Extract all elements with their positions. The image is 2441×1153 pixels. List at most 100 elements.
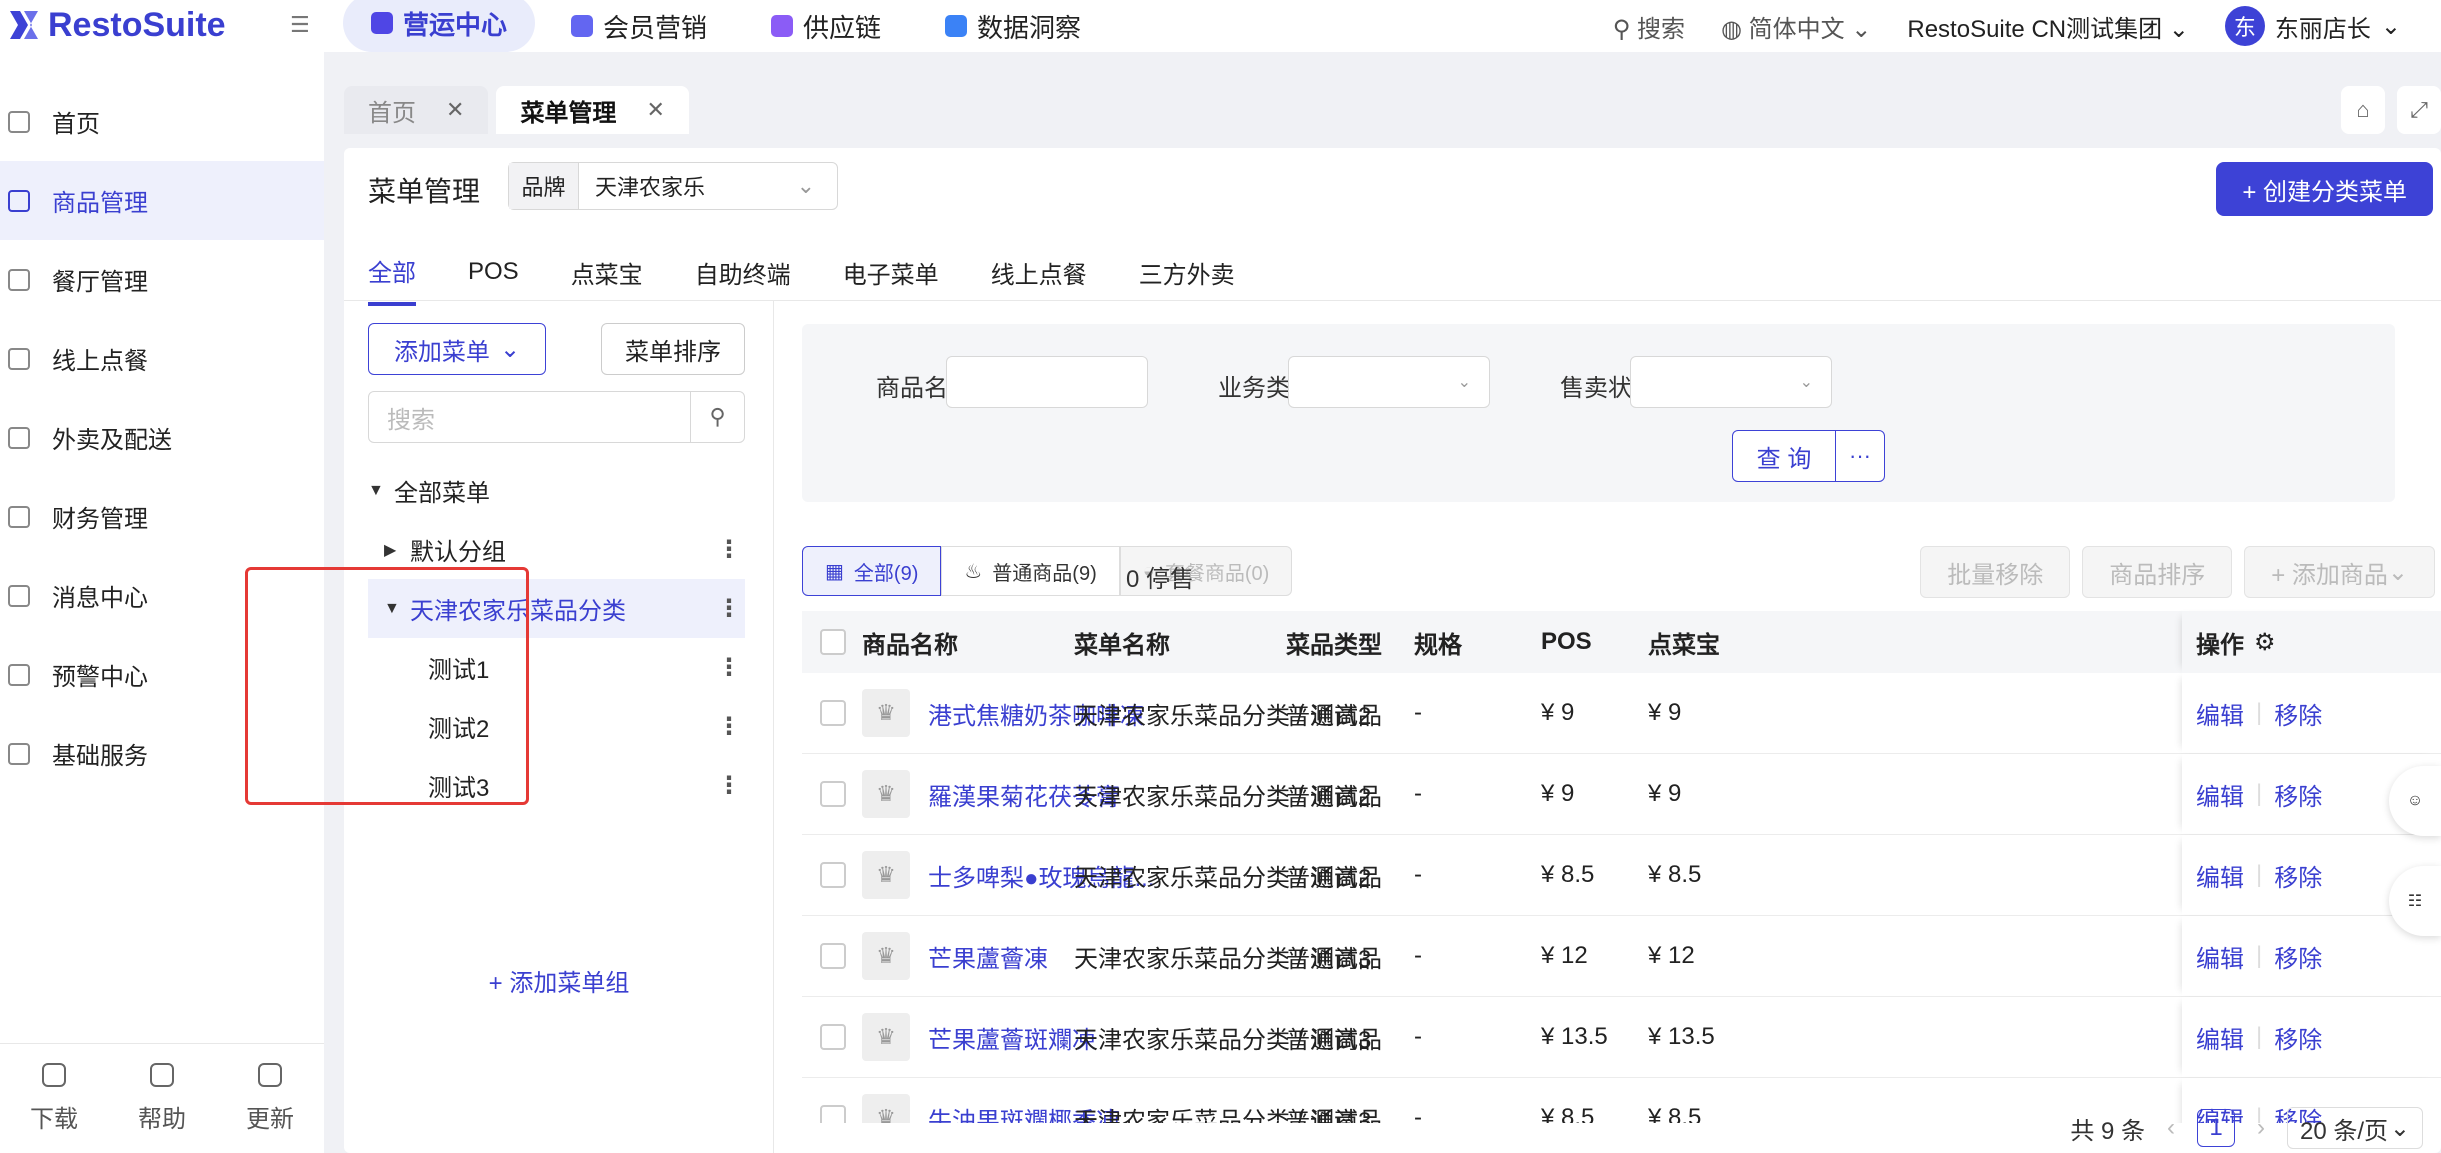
channel-tab-6[interactable]: 三方外卖 (1139, 238, 1235, 306)
remove-link[interactable]: 移除 (2274, 939, 2322, 974)
sidebar-footer-0[interactable]: 下载 (30, 1063, 78, 1134)
sidebar-item-3[interactable]: 线上点餐 (0, 319, 324, 398)
brand-select[interactable]: 品牌 天津农家乐 ⌄ (508, 162, 838, 210)
home-tool-icon[interactable]: ⌂ (2341, 86, 2385, 134)
query-button[interactable]: 查 询 (1732, 430, 1836, 482)
menu-search-input[interactable]: 搜索 (369, 392, 690, 442)
topnav-item-3[interactable]: 数据洞察 (917, 0, 1109, 55)
select-all-checkbox[interactable] (820, 629, 846, 655)
sidebar-item-2[interactable]: 餐厅管理 (0, 240, 324, 319)
top-bar: RestoSuite ☰ 营运中心 会员营销 供应链 数据洞察 ⚲ 搜索 ◍ 简体中文… (0, 0, 2441, 52)
sidebar-footer-1[interactable]: 帮助 (138, 1063, 186, 1134)
sidebar-item-0[interactable]: 首页 (0, 82, 324, 161)
topnav-item-0[interactable]: 营运中心 (343, 0, 536, 52)
table-action-2[interactable]: + 添加商品 ⌄ (2244, 546, 2435, 598)
product-type-tab-1[interactable]: ♨ 普通商品(9) (941, 546, 1120, 596)
topnav-item-2[interactable]: 供应链 (743, 0, 909, 55)
product-name-link[interactable]: 芒果蘆薈斑斕凍 (928, 1020, 1096, 1055)
channel-tab-4[interactable]: 电子菜单 (843, 238, 939, 306)
add-menu-group-link[interactable]: + 添加菜单组 (344, 963, 774, 998)
channel-tab-2[interactable]: 点菜宝 (571, 238, 643, 306)
search-icon[interactable]: ⚲ (690, 392, 744, 442)
remove-link[interactable]: 移除 (2274, 777, 2322, 812)
channel-tab-0[interactable]: 全部 (368, 238, 416, 306)
row-checkbox[interactable] (820, 862, 846, 888)
menu-icon (8, 505, 30, 528)
channel-tab-3[interactable]: 自助终端 (695, 238, 791, 306)
edit-link[interactable]: 编辑 (2196, 858, 2244, 893)
row-checkbox[interactable] (820, 781, 846, 807)
row-checkbox[interactable] (820, 700, 846, 726)
add-menu-button[interactable]: 添加菜单 ⌄ (368, 323, 546, 375)
table-body: ♛ 港式焦糖奶茶咖啡凍 天津农家乐菜品分类 / 测试2 普通商品 - ¥ 9 ¥ 9 编辑 | 移… (802, 673, 2441, 1123)
edit-link[interactable]: 编辑 (2196, 777, 2244, 812)
channel-tab-5[interactable]: 线上点餐 (991, 238, 1087, 306)
row-checkbox[interactable] (820, 1024, 846, 1050)
tree-node[interactable]: ▼ 全部菜单 (368, 461, 745, 520)
product-image-icon: ♛ (862, 689, 910, 737)
row-checkbox[interactable] (820, 1105, 846, 1123)
fullscreen-icon[interactable]: ⤢ (2397, 86, 2441, 134)
logo[interactable]: RestoSuite (6, 0, 226, 50)
more-vertical-icon[interactable]: ⋮ (717, 653, 741, 682)
pos-price: ¥ 9 (1541, 780, 1575, 807)
tree-node[interactable]: ▼ 天津农家乐菜品分类 ⋮ (368, 579, 745, 638)
remove-link[interactable]: 移除 (2274, 1020, 2322, 1055)
edit-link[interactable]: 编辑 (2196, 939, 2244, 974)
next-page-icon[interactable]: › (2257, 1114, 2265, 1142)
row-actions: 编辑 | 移除 (2182, 997, 2441, 1077)
tree-node[interactable]: 测试1 ⋮ (368, 638, 745, 697)
biz-type-select[interactable]: ⌄ (1288, 356, 1490, 408)
tree-node[interactable]: 测试2 ⋮ (368, 697, 745, 756)
tree-node[interactable]: ▶ 默认分组 ⋮ (368, 520, 745, 579)
page-size-select[interactable]: 20 条/页 ⌄ (2287, 1107, 2423, 1149)
more-vertical-icon[interactable]: ⋮ (717, 594, 741, 623)
sidebar-footer-2[interactable]: 更新 (246, 1063, 294, 1134)
remove-link[interactable]: 移除 (2274, 858, 2322, 893)
page-tab-1[interactable]: 菜单管理 ✕ (496, 86, 689, 134)
caret-right-icon[interactable]: ▶ (384, 540, 410, 560)
sidebar-item-7[interactable]: 预警中心 (0, 635, 324, 714)
product-name-input[interactable] (946, 356, 1148, 408)
page-tab-0[interactable]: 首页 ✕ (344, 86, 489, 134)
edit-link[interactable]: 编辑 (2196, 1020, 2244, 1055)
topnav-item-1[interactable]: 会员营销 (543, 0, 735, 55)
more-filter-button[interactable]: ··· (1835, 430, 1885, 482)
channel-tab-1[interactable]: POS (468, 238, 519, 306)
menu-icon (8, 426, 30, 449)
more-vertical-icon[interactable]: ⋮ (717, 535, 741, 564)
sidebar-item-4[interactable]: 外卖及配送 (0, 398, 324, 477)
collapse-menu-icon[interactable]: ☰ (290, 12, 310, 38)
create-category-menu-button[interactable]: + 创建分类菜单 (2216, 162, 2433, 216)
product-name-link[interactable]: 芒果蘆薈凍 (928, 939, 1048, 974)
prev-page-icon[interactable]: ‹ (2167, 1114, 2175, 1142)
user-menu[interactable]: 东东丽店长 ⌄ (2224, 6, 2401, 46)
product-type-tab-0[interactable]: ▦ 全部(9) (802, 546, 942, 596)
sidebar-item-8[interactable]: 基础服务 (0, 714, 324, 793)
sort-menu-button[interactable]: 菜单排序 (601, 323, 745, 375)
sidebar-item-5[interactable]: 财务管理 (0, 477, 324, 556)
grid-icon: ▦ (825, 560, 844, 583)
page-tabs: 首页 ✕ 菜单管理 ✕ (344, 86, 689, 134)
more-vertical-icon[interactable]: ⋮ (717, 771, 741, 800)
close-icon[interactable]: ✕ (446, 97, 464, 123)
page-number[interactable]: 1 (2197, 1109, 2235, 1147)
close-icon[interactable]: ✕ (646, 97, 664, 123)
sale-status-select[interactable]: ⌄ (1630, 356, 1832, 408)
row-checkbox[interactable] (820, 943, 846, 969)
remove-link[interactable]: 移除 (2274, 696, 2322, 731)
caret-down-icon[interactable]: ▼ (384, 600, 410, 618)
table-action-0[interactable]: 批量移除 (1920, 546, 2071, 598)
table-action-1[interactable]: 商品排序 (2082, 546, 2233, 598)
sidebar-item-1[interactable]: 商品管理 (0, 161, 324, 240)
table-row: ♛ 芒果蘆薈斑斕凍 天津农家乐菜品分类 / 测试3 普通商品 - ¥ 13.5 ¥ 13.5… (802, 997, 2441, 1078)
global-search[interactable]: ⚲ 搜索 (1613, 9, 1685, 44)
settings-gear-icon[interactable]: ⚙ (2254, 628, 2276, 657)
sidebar-item-6[interactable]: 消息中心 (0, 556, 324, 635)
org-select[interactable]: RestoSuite CN测试集团 ⌄ (1907, 9, 2189, 44)
edit-link[interactable]: 编辑 (2196, 696, 2244, 731)
tree-node[interactable]: 测试3 ⋮ (368, 756, 745, 815)
more-vertical-icon[interactable]: ⋮ (717, 712, 741, 741)
caret-down-icon[interactable]: ▼ (368, 482, 394, 500)
language-select[interactable]: ◍ 简体中文 ⌄ (1721, 9, 1871, 44)
